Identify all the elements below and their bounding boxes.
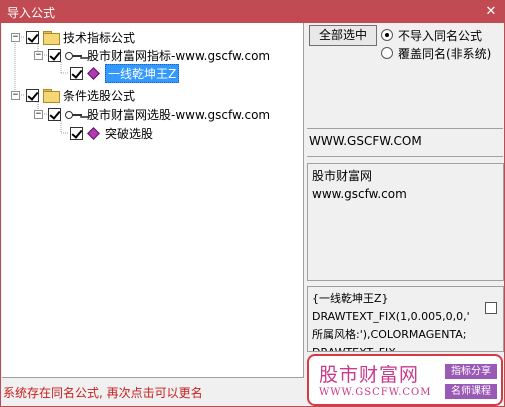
tree-author-node[interactable]: 股市财富网指标-www.gscfw.com — [48, 46, 270, 64]
code-line: DRAWTEXT_FIX — [312, 344, 499, 351]
tree-author-label: 股市财富网选股-www.gscfw.com — [87, 107, 271, 122]
radio-skip-duplicates-dot[interactable] — [381, 29, 393, 41]
description-box[interactable]: 股市财富网 www.gscfw.com — [307, 163, 504, 281]
tree-author-checkbox[interactable] — [48, 107, 61, 121]
tree-group-label: 技术指标公式 — [63, 30, 136, 45]
select-all-button[interactable]: 全部选中 — [309, 25, 377, 46]
key-icon — [65, 49, 83, 61]
radio-overwrite-duplicates-dot[interactable] — [381, 47, 393, 59]
watermark-title: 股市财富网 — [319, 364, 420, 386]
formula-code-box[interactable]: {一线乾坤王Z} DRAWTEXT_FIX(1,0.005,0,0,' 所属风格… — [307, 286, 504, 352]
author-site-text: WWW.GSCFW.COM — [309, 134, 422, 148]
watermark-logo: 股市财富网 WWW.GSCFW.COM 指标分享 名师课程 — [307, 354, 503, 406]
formula-tree[interactable]: − 技术指标公式 − 股市财富网指标-www.gscfw.com 一线乾坤王Z … — [2, 23, 304, 378]
status-message: 系统存在同名公式, 再次点击可以更名 — [3, 386, 203, 400]
watermark-tag: 名师课程 — [445, 384, 497, 399]
radio-overwrite-duplicates-label: 覆盖同名(非系统) — [398, 46, 492, 61]
radio-skip-duplicates-label: 不导入同名公式 — [398, 28, 483, 43]
tree-formula-checkbox[interactable] — [70, 66, 83, 80]
code-line: 所属风格:'),COLORMAGENTA; — [312, 328, 467, 341]
diamond-icon — [87, 126, 100, 140]
tree-group-checkbox[interactable] — [26, 88, 39, 102]
folder-icon — [43, 89, 60, 103]
code-option-checkbox[interactable] — [485, 302, 497, 314]
tree-formula-label: 突破选股 — [105, 126, 154, 141]
title-bar[interactable]: 导入公式 ✕ — [1, 1, 504, 23]
window-title: 导入公式 — [7, 6, 56, 20]
watermark-tag: 指标分享 — [445, 364, 497, 379]
tree-formula-node[interactable]: 一线乾坤王Z — [70, 63, 180, 83]
collapse-toggle-author-1[interactable]: − — [34, 51, 43, 60]
diamond-icon — [87, 66, 100, 80]
tree-formula-checkbox[interactable] — [70, 126, 83, 140]
tree-formula-label-selected: 一线乾坤王Z — [105, 63, 180, 83]
folder-icon — [43, 31, 60, 45]
tree-author-node[interactable]: 股市财富网选股-www.gscfw.com — [48, 105, 270, 123]
watermark-url: WWW.GSCFW.COM — [319, 387, 432, 398]
code-line: DRAWTEXT_FIX(1,0.005,0,0,' — [312, 310, 470, 323]
radio-overwrite-duplicates[interactable]: 覆盖同名(非系统) — [381, 45, 491, 61]
code-line: {一线乾坤王Z} — [312, 292, 389, 305]
description-line: www.gscfw.com — [312, 187, 407, 201]
tree-group-label: 条件选股公式 — [63, 88, 136, 103]
description-line: 股市财富网 — [312, 169, 373, 183]
close-button[interactable]: ✕ — [482, 3, 500, 20]
tree-formula-node[interactable]: 突破选股 — [70, 124, 153, 142]
collapse-toggle-group-1[interactable]: − — [11, 33, 20, 42]
key-icon — [65, 108, 83, 120]
author-site-field: WWW.GSCFW.COM — [307, 128, 503, 157]
collapse-toggle-author-2[interactable]: − — [34, 110, 43, 119]
radio-skip-duplicates[interactable]: 不导入同名公式 — [381, 27, 482, 43]
tree-author-checkbox[interactable] — [48, 48, 61, 62]
tree-group-node[interactable]: 技术指标公式 — [26, 28, 135, 46]
collapse-toggle-group-2[interactable]: − — [11, 91, 20, 100]
import-formula-dialog: 导入公式 ✕ − 技术指标公式 − 股市财富网指标-www.gscfw.com … — [0, 0, 505, 407]
tree-author-label: 股市财富网指标-www.gscfw.com — [87, 48, 271, 63]
tree-group-node[interactable]: 条件选股公式 — [26, 86, 135, 104]
tree-group-checkbox[interactable] — [26, 30, 39, 44]
